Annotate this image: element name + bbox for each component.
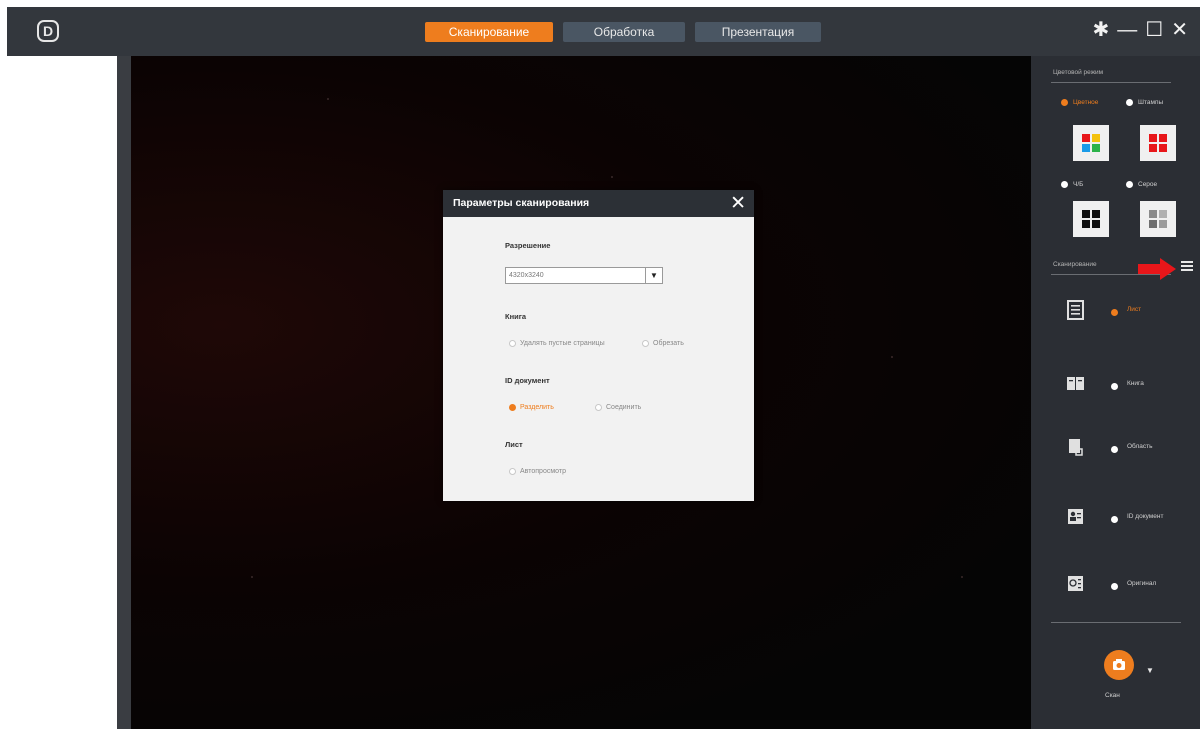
radio-checked-icon[interactable] bbox=[509, 404, 516, 411]
color-mode-gray-tile[interactable] bbox=[1140, 201, 1176, 237]
thumbnail-panel bbox=[7, 56, 117, 729]
book-title: Книга bbox=[505, 312, 527, 321]
window-controls: ✱ — ☐ ✕ bbox=[1093, 19, 1188, 41]
option-label: Удалять пустые страницы bbox=[520, 340, 605, 347]
radio-icon[interactable] bbox=[509, 340, 516, 347]
option-join[interactable]: Соединить bbox=[595, 404, 641, 411]
settings-panel: Цветовой режим Цветное Штампы Ч/Б Серое … bbox=[1031, 56, 1200, 729]
radio-icon[interactable] bbox=[595, 404, 602, 411]
id-card-icon bbox=[1068, 509, 1083, 524]
color-mode-gray[interactable]: Серое bbox=[1126, 181, 1157, 188]
color-mode-color[interactable]: Цветное bbox=[1061, 99, 1098, 106]
color-mode-color-tile[interactable] bbox=[1073, 125, 1109, 161]
scan-settings-menu-icon[interactable] bbox=[1181, 261, 1193, 273]
color-mode-title: Цветовой режим bbox=[1053, 69, 1104, 76]
preview-noise bbox=[961, 576, 963, 578]
option-label: Цветное bbox=[1073, 99, 1099, 106]
resolution-select[interactable]: 4320x3240 ▼ bbox=[505, 267, 663, 284]
scan-mode-id-document[interactable]: ID документ bbox=[1031, 501, 1200, 537]
scan-mode-area[interactable]: Область bbox=[1031, 431, 1200, 467]
option-split[interactable]: Разделить bbox=[509, 404, 554, 411]
scan-mode-book[interactable]: Книга bbox=[1031, 368, 1200, 404]
dialog-header: Параметры сканирования ✕ bbox=[443, 190, 754, 217]
radio-checked-icon[interactable] bbox=[1111, 309, 1118, 316]
dialog-close-icon[interactable]: ✕ bbox=[730, 190, 746, 217]
sheet-title: Лист bbox=[505, 440, 523, 449]
tab-processing[interactable]: Обработка bbox=[563, 22, 685, 42]
color-mode-stamps-tile[interactable] bbox=[1140, 125, 1176, 161]
scan-button[interactable] bbox=[1104, 650, 1134, 680]
radio-icon[interactable] bbox=[642, 340, 649, 347]
radio-icon[interactable] bbox=[1126, 181, 1133, 188]
option-label: Ч/Б bbox=[1073, 181, 1084, 188]
option-label: Обрезать bbox=[653, 340, 684, 347]
minimize-icon[interactable]: — bbox=[1117, 19, 1137, 41]
radio-icon[interactable] bbox=[1111, 516, 1118, 523]
dropdown-arrow-icon[interactable]: ▼ bbox=[645, 268, 662, 283]
mode-label: Лист bbox=[1127, 306, 1142, 313]
radio-icon[interactable] bbox=[1111, 583, 1118, 590]
mode-label: ID документ bbox=[1127, 513, 1164, 520]
stamps-grid-icon bbox=[1149, 134, 1167, 152]
color-mode-stamps[interactable]: Штампы bbox=[1126, 99, 1163, 106]
radio-icon[interactable] bbox=[1111, 383, 1118, 390]
camera-icon bbox=[1113, 659, 1125, 670]
preview-noise bbox=[611, 176, 613, 178]
color-grid-icon bbox=[1082, 134, 1100, 152]
section-divider bbox=[1051, 82, 1171, 83]
resolution-title: Разрешение bbox=[505, 241, 551, 250]
radio-icon[interactable] bbox=[1126, 99, 1133, 106]
book-icon bbox=[1067, 377, 1084, 390]
gray-grid-icon bbox=[1149, 210, 1167, 228]
radio-icon[interactable] bbox=[1061, 181, 1068, 188]
scan-settings-dialog: Параметры сканирования ✕ Разрешение 4320… bbox=[443, 190, 754, 501]
close-icon[interactable]: ✕ bbox=[1171, 19, 1188, 41]
option-label: Штампы bbox=[1138, 99, 1164, 106]
color-mode-bw[interactable]: Ч/Б bbox=[1061, 181, 1083, 188]
settings-gear-icon[interactable]: ✱ bbox=[1093, 19, 1110, 41]
radio-checked-icon[interactable] bbox=[1061, 99, 1068, 106]
radio-icon[interactable] bbox=[509, 468, 516, 475]
preview-noise bbox=[891, 356, 893, 358]
area-icon bbox=[1069, 439, 1083, 456]
option-label: Соединить bbox=[606, 404, 642, 411]
red-pointer-arrow-icon bbox=[1138, 258, 1176, 280]
maximize-icon[interactable]: ☐ bbox=[1145, 19, 1163, 41]
scan-mode-sheet[interactable]: Лист bbox=[1031, 294, 1200, 330]
radio-icon[interactable] bbox=[1111, 446, 1118, 453]
option-crop[interactable]: Обрезать bbox=[642, 340, 684, 347]
mode-label: Книга bbox=[1127, 380, 1144, 387]
app-window: D Сканирование Обработка Презентация ✱ —… bbox=[7, 7, 1200, 729]
color-mode-bw-tile[interactable] bbox=[1073, 201, 1109, 237]
dialog-title: Параметры сканирования bbox=[453, 197, 590, 209]
preview-noise bbox=[251, 576, 253, 578]
scan-mode-original[interactable]: Оригинал bbox=[1031, 568, 1200, 604]
app-logo-icon: D bbox=[37, 20, 59, 42]
option-autopreview[interactable]: Автопросмотр bbox=[509, 468, 566, 475]
option-label: Автопросмотр bbox=[520, 468, 566, 475]
id-document-title: ID документ bbox=[505, 376, 550, 385]
option-remove-blank-pages[interactable]: Удалять пустые страницы bbox=[509, 340, 605, 347]
sheet-icon bbox=[1067, 300, 1084, 320]
panel-divider bbox=[117, 56, 131, 729]
original-document-icon bbox=[1068, 576, 1083, 591]
section-divider bbox=[1051, 622, 1181, 623]
tab-presentation[interactable]: Презентация bbox=[695, 22, 821, 42]
scan-options-caret-icon[interactable]: ▼ bbox=[1146, 666, 1154, 675]
title-bar: D Сканирование Обработка Презентация ✱ —… bbox=[7, 7, 1200, 56]
bw-grid-icon bbox=[1082, 210, 1100, 228]
option-label: Разделить bbox=[520, 404, 554, 411]
tab-scanning[interactable]: Сканирование bbox=[425, 22, 553, 42]
option-label: Серое bbox=[1138, 181, 1158, 188]
scan-section-title: Сканирование bbox=[1053, 261, 1097, 268]
resolution-value: 4320x3240 bbox=[509, 272, 544, 279]
main-tabs: Сканирование Обработка Презентация bbox=[425, 22, 821, 42]
scan-button-label: Скан bbox=[1105, 692, 1120, 699]
mode-label: Оригинал bbox=[1127, 580, 1157, 587]
preview-noise bbox=[327, 98, 329, 100]
mode-label: Область bbox=[1127, 443, 1153, 450]
